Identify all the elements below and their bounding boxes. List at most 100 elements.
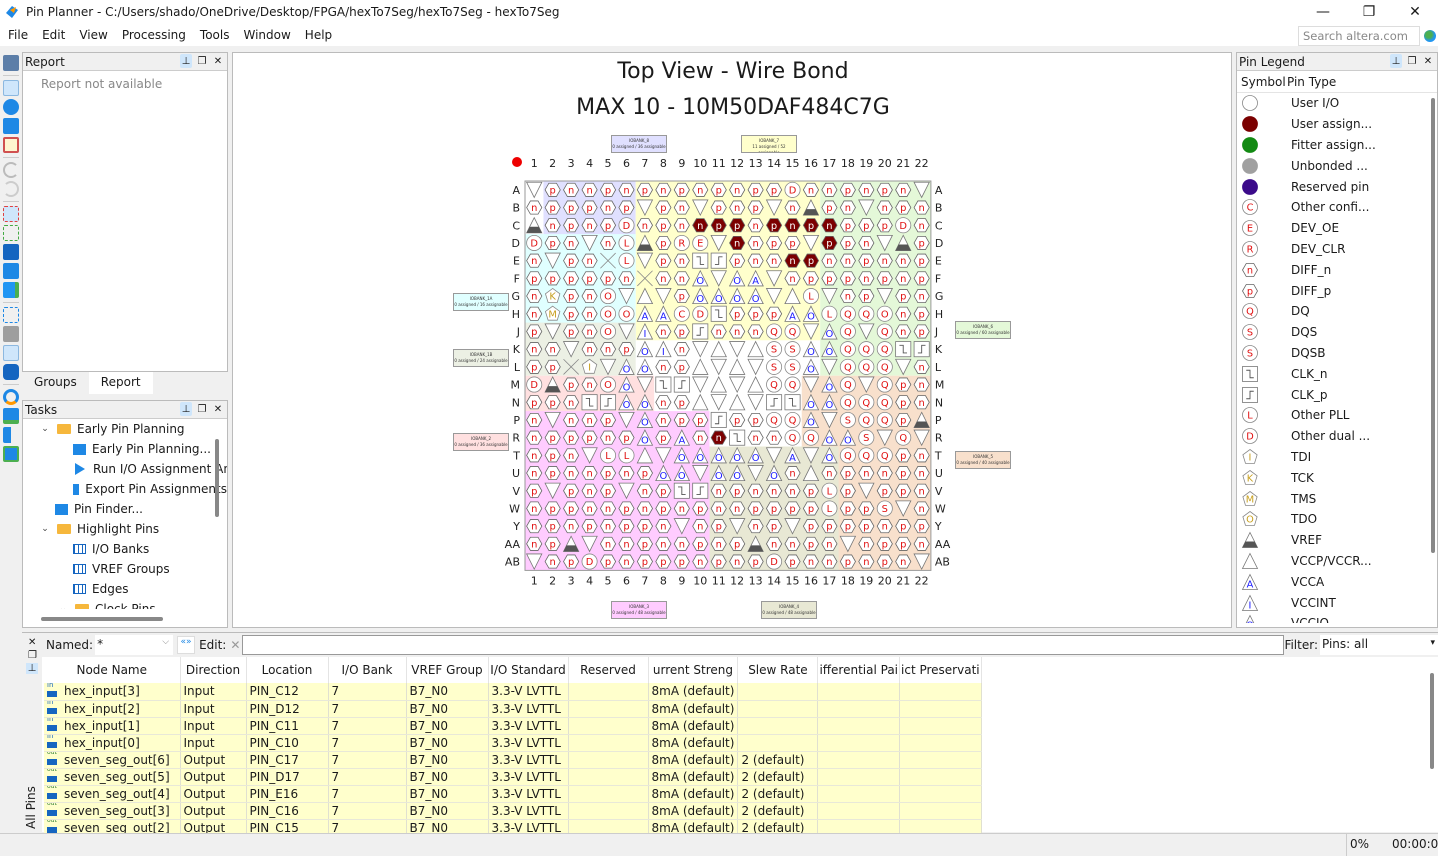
pin-F2[interactable]: p xyxy=(544,271,561,286)
pin-K22[interactable] xyxy=(913,341,930,358)
pin-V1[interactable]: p xyxy=(526,483,543,498)
pin-G1[interactable]: n xyxy=(526,289,543,304)
tab-report[interactable]: Report xyxy=(88,372,153,394)
pin-B8[interactable]: p xyxy=(655,200,672,215)
pin-T6[interactable]: L xyxy=(618,447,635,464)
pin-E19[interactable]: p xyxy=(858,253,875,268)
menu-edit[interactable]: Edit xyxy=(34,28,71,42)
pin-R1[interactable]: n xyxy=(526,430,543,445)
pin-Y21[interactable]: p xyxy=(895,519,912,534)
pin-J18[interactable]: Q xyxy=(839,323,856,340)
pin-B20[interactable]: n xyxy=(876,200,893,215)
menu-view[interactable]: View xyxy=(71,28,113,42)
pin-W20[interactable]: S xyxy=(876,500,893,517)
cell-std[interactable]: 3.3-V LVTTL xyxy=(488,751,569,769)
pin-G9[interactable]: p xyxy=(673,289,690,304)
pin-H6[interactable]: O xyxy=(618,305,635,322)
table-row[interactable]: hex_input[1] InputPIN_C117B7_N03.3-V LVTT… xyxy=(44,717,982,735)
pin-C3[interactable]: p xyxy=(563,218,580,233)
search-altera-input[interactable]: Search altera.com xyxy=(1298,26,1420,46)
package-view[interactable]: Top View - Wire Bond MAX 10 - 10M50DAF48… xyxy=(232,52,1232,628)
pin-C10[interactable]: n xyxy=(692,218,709,233)
pin-B13[interactable]: p xyxy=(747,200,764,215)
pin-B4[interactable]: p xyxy=(581,200,598,215)
pin-N8[interactable]: n xyxy=(655,395,672,410)
cell-diff[interactable] xyxy=(817,734,901,752)
pin-V3[interactable]: p xyxy=(563,483,580,498)
pin-K20[interactable]: Q xyxy=(876,341,893,358)
pin-M8[interactable] xyxy=(655,376,672,393)
pin-V18[interactable]: p xyxy=(839,483,856,498)
pin-R21[interactable]: Q xyxy=(895,429,912,446)
pin-B21[interactable]: p xyxy=(895,200,912,215)
pin-M10[interactable] xyxy=(692,376,709,394)
cell-vref[interactable]: B7_N0 xyxy=(406,734,489,752)
pin-AB21[interactable]: n xyxy=(895,554,912,569)
pin-A3[interactable]: n xyxy=(563,182,580,197)
pin-N15[interactable] xyxy=(784,394,801,411)
close-panel-icon[interactable]: ✕ xyxy=(212,402,224,416)
pin-C18[interactable]: p xyxy=(839,218,856,233)
pin-D3[interactable]: n xyxy=(563,235,580,250)
pin-N2[interactable]: p xyxy=(544,395,561,410)
pin-Y20[interactable]: n xyxy=(876,519,893,534)
pin-T21[interactable]: p xyxy=(895,448,912,463)
pin-B12[interactable]: n xyxy=(729,200,746,215)
pin-R16[interactable]: Q xyxy=(802,429,819,446)
pin-Y6[interactable]: p xyxy=(618,519,635,534)
pin-R3[interactable]: p xyxy=(563,430,580,445)
pin-V15[interactable]: n xyxy=(784,483,801,498)
pin-R15[interactable]: Q xyxy=(784,429,801,446)
cell-reserved[interactable] xyxy=(568,734,649,752)
task-item[interactable]: I/O Banks xyxy=(23,539,227,559)
pin-U6[interactable]: n xyxy=(618,466,635,481)
pin-highlight-icon[interactable] xyxy=(3,345,19,361)
pin-C4[interactable]: n xyxy=(581,218,598,233)
maximize-button[interactable]: ❐ xyxy=(1346,0,1392,24)
menu-window[interactable]: Window xyxy=(235,28,296,42)
pin-J1[interactable]: p xyxy=(526,324,543,339)
cell-std[interactable]: 3.3-V LVTTL xyxy=(488,785,569,803)
pin-J22[interactable]: p xyxy=(913,324,930,339)
pin-T19[interactable]: Q xyxy=(858,447,875,464)
cell-name[interactable]: hex_input[0] xyxy=(44,734,181,752)
cell-direction[interactable]: Input xyxy=(180,717,247,735)
cell-name[interactable]: seven_seg_out[6] xyxy=(44,751,181,769)
pin-D9[interactable]: R xyxy=(673,234,690,251)
pin-U7[interactable]: p xyxy=(636,466,653,481)
pin-AB14[interactable]: D xyxy=(766,553,783,570)
pin-G18[interactable]: n xyxy=(839,289,856,304)
pin-C20[interactable]: p xyxy=(876,218,893,233)
pin-J8[interactable]: n xyxy=(655,324,672,339)
pin-H1[interactable]: n xyxy=(526,306,543,321)
pin-Y17[interactable]: p xyxy=(821,519,838,534)
pin-AB18[interactable]: p xyxy=(839,554,856,569)
pin-T22[interactable]: n xyxy=(913,448,930,463)
pin-AB5[interactable]: p xyxy=(599,554,617,569)
pin-Y4[interactable]: p xyxy=(581,519,598,534)
pin-P14[interactable]: Q xyxy=(766,411,783,428)
tasks-horizontal-scrollbar[interactable] xyxy=(41,617,163,621)
pin-W22[interactable]: n xyxy=(913,501,930,516)
pin-P15[interactable]: Q xyxy=(784,411,801,428)
pin-D2[interactable]: p xyxy=(544,235,561,250)
pin-H17[interactable]: L xyxy=(821,305,838,322)
pin-U2[interactable]: p xyxy=(544,466,561,481)
pin-B11[interactable]: p xyxy=(710,200,727,215)
vref-icon[interactable] xyxy=(3,225,19,241)
pin-D19[interactable]: n xyxy=(858,235,875,250)
pin-T2[interactable]: p xyxy=(544,448,561,463)
pin-Y10[interactable]: n xyxy=(692,519,709,534)
pin-U21[interactable]: p xyxy=(895,466,912,481)
pin-AB2[interactable]: n xyxy=(544,554,561,569)
pin-Y19[interactable]: p xyxy=(858,519,875,534)
pin-F3[interactable]: p xyxy=(563,271,580,286)
pin-AA7[interactable]: p xyxy=(636,536,653,551)
cell-reserved[interactable] xyxy=(568,768,649,786)
pin-A4[interactable]: n xyxy=(581,182,598,197)
pin-K16[interactable]: O xyxy=(802,340,820,358)
pin-E22[interactable]: p xyxy=(913,253,930,268)
cell-name[interactable]: hex_input[1] xyxy=(44,717,181,735)
edge-icon[interactable] xyxy=(3,244,19,260)
task-item[interactable]: ⌄ Highlight Pins xyxy=(23,519,227,539)
